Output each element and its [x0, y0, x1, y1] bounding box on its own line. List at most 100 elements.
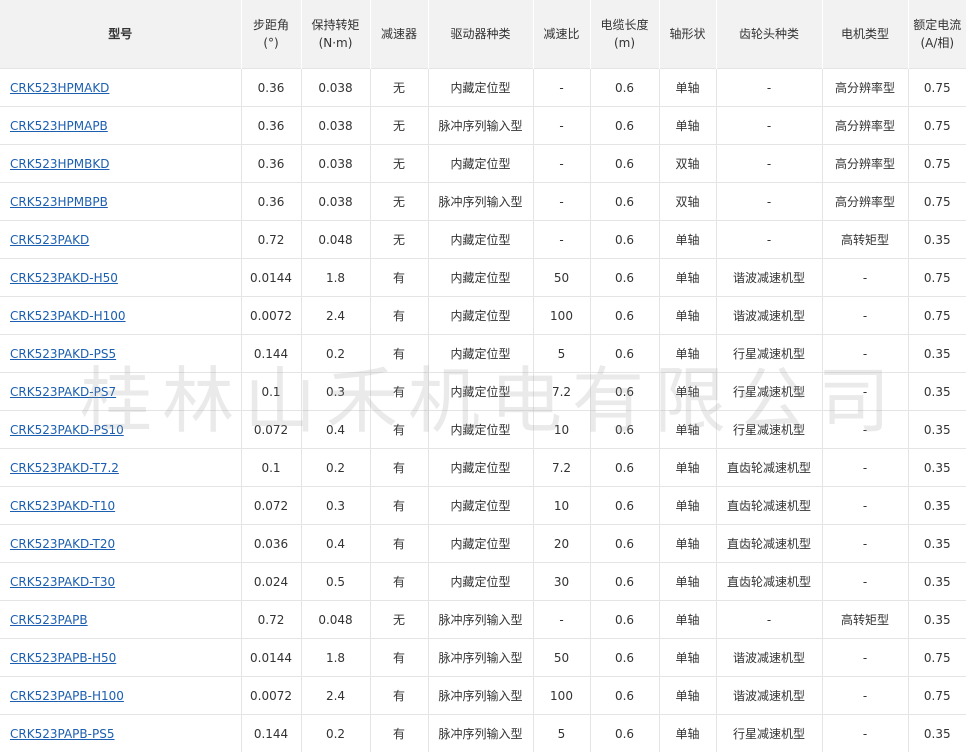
table-cell: -	[533, 107, 590, 145]
table-cell: 单轴	[659, 563, 716, 601]
table-cell: CRK523PAKD-H50	[0, 259, 241, 297]
table-cell: -	[822, 715, 908, 752]
table-cell: 有	[370, 715, 428, 752]
model-link[interactable]: CRK523PAKD	[10, 233, 89, 247]
table-cell: 单轴	[659, 259, 716, 297]
table-row: CRK523PAPB0.720.048无脉冲序列输入型-0.6单轴-高转矩型0.…	[0, 601, 966, 639]
table-cell: CRK523PAPB-H50	[0, 639, 241, 677]
table-cell: 0.6	[590, 525, 659, 563]
column-header-label: 电机类型	[823, 25, 908, 43]
table-cell: 有	[370, 411, 428, 449]
table-cell: 无	[370, 145, 428, 183]
model-link[interactable]: CRK523PAKD-H100	[10, 309, 126, 323]
table-cell: 0.144	[241, 715, 301, 752]
model-link[interactable]: CRK523PAPB-H100	[10, 689, 124, 703]
table-cell: 20	[533, 525, 590, 563]
table-cell: 内藏定位型	[428, 145, 533, 183]
table-cell: -	[533, 69, 590, 107]
table-cell: 无	[370, 183, 428, 221]
table-cell: 高分辨率型	[822, 145, 908, 183]
table-cell: CRK523PAKD-PS5	[0, 335, 241, 373]
table-row: CRK523PAPB-PS50.1440.2有脉冲序列输入型50.6单轴行星减速…	[0, 715, 966, 752]
column-header: 驱动器种类	[428, 0, 533, 69]
table-cell: 有	[370, 259, 428, 297]
table-cell: 0.038	[301, 145, 370, 183]
table-cell: 0.0072	[241, 297, 301, 335]
model-link[interactable]: CRK523PAKD-PS5	[10, 347, 116, 361]
table-cell: 0.6	[590, 335, 659, 373]
table-cell: 0.6	[590, 411, 659, 449]
column-header-label: 电缆长度	[591, 16, 659, 34]
table-cell: 高分辨率型	[822, 107, 908, 145]
column-header-label: 保持转矩	[302, 16, 370, 34]
model-link[interactable]: CRK523PAKD-PS7	[10, 385, 116, 399]
column-header-label: 额定电流	[909, 16, 966, 34]
table-cell: 0.036	[241, 525, 301, 563]
table-cell: 0.4	[301, 525, 370, 563]
table-cell: 1.8	[301, 259, 370, 297]
table-cell: 有	[370, 525, 428, 563]
table-cell: CRK523PAKD-T10	[0, 487, 241, 525]
table-cell: 0.6	[590, 297, 659, 335]
model-link[interactable]: CRK523HPMBKD	[10, 157, 109, 171]
model-link[interactable]: CRK523PAKD-PS10	[10, 423, 124, 437]
column-header: 步距角(°)	[241, 0, 301, 69]
table-cell: 0.75	[908, 107, 966, 145]
table-cell: 行星减速机型	[716, 335, 822, 373]
model-link[interactable]: CRK523PAKD-T7.2	[10, 461, 119, 475]
table-cell: -	[533, 183, 590, 221]
table-cell: 0.6	[590, 601, 659, 639]
table-row: CRK523HPMAPB0.360.038无脉冲序列输入型-0.6单轴-高分辨率…	[0, 107, 966, 145]
table-cell: -	[822, 411, 908, 449]
table-cell: CRK523PAKD-T30	[0, 563, 241, 601]
table-cell: 高转矩型	[822, 601, 908, 639]
table-cell: 0.75	[908, 639, 966, 677]
table-cell: 0.6	[590, 639, 659, 677]
table-cell: -	[822, 677, 908, 715]
table-cell: 0.5	[301, 563, 370, 601]
column-header: 减速比	[533, 0, 590, 69]
table-cell: 单轴	[659, 373, 716, 411]
model-link[interactable]: CRK523PAPB	[10, 613, 88, 627]
table-cell: 0.6	[590, 677, 659, 715]
table-cell: 直齿轮减速机型	[716, 525, 822, 563]
table-cell: 0.6	[590, 221, 659, 259]
table-cell: 0.2	[301, 335, 370, 373]
model-link[interactable]: CRK523HPMBPB	[10, 195, 108, 209]
table-cell: 无	[370, 69, 428, 107]
table-cell: 10	[533, 487, 590, 525]
column-header-unit: (A/相)	[909, 34, 966, 52]
table-cell: 0.75	[908, 69, 966, 107]
model-link[interactable]: CRK523HPMAKD	[10, 81, 109, 95]
table-cell: 0.024	[241, 563, 301, 601]
table-cell: 0.36	[241, 69, 301, 107]
table-cell: 单轴	[659, 335, 716, 373]
table-cell: 脉冲序列输入型	[428, 183, 533, 221]
table-cell: 0.75	[908, 183, 966, 221]
model-link[interactable]: CRK523HPMAPB	[10, 119, 108, 133]
table-row: CRK523PAKD-PS100.0720.4有内藏定位型100.6单轴行星减速…	[0, 411, 966, 449]
table-cell: 0.35	[908, 335, 966, 373]
table-cell: 0.6	[590, 107, 659, 145]
table-cell: 0.048	[301, 221, 370, 259]
table-cell: 内藏定位型	[428, 525, 533, 563]
table-cell: 0.72	[241, 601, 301, 639]
model-link[interactable]: CRK523PAKD-T20	[10, 537, 115, 551]
table-cell: 有	[370, 677, 428, 715]
model-link[interactable]: CRK523PAPB-H50	[10, 651, 116, 665]
model-link[interactable]: CRK523PAPB-PS5	[10, 727, 114, 741]
table-cell: 脉冲序列输入型	[428, 677, 533, 715]
table-cell: 单轴	[659, 639, 716, 677]
model-link[interactable]: CRK523PAKD-H50	[10, 271, 118, 285]
table-cell: 单轴	[659, 297, 716, 335]
table-cell: -	[822, 487, 908, 525]
model-link[interactable]: CRK523PAKD-T10	[10, 499, 115, 513]
table-cell: 有	[370, 335, 428, 373]
table-row: CRK523HPMAKD0.360.038无内藏定位型-0.6单轴-高分辨率型0…	[0, 69, 966, 107]
table-cell: 0.038	[301, 183, 370, 221]
table-cell: 0.6	[590, 487, 659, 525]
table-cell: -	[533, 601, 590, 639]
model-link[interactable]: CRK523PAKD-T30	[10, 575, 115, 589]
table-cell: 有	[370, 297, 428, 335]
table-cell: 7.2	[533, 373, 590, 411]
